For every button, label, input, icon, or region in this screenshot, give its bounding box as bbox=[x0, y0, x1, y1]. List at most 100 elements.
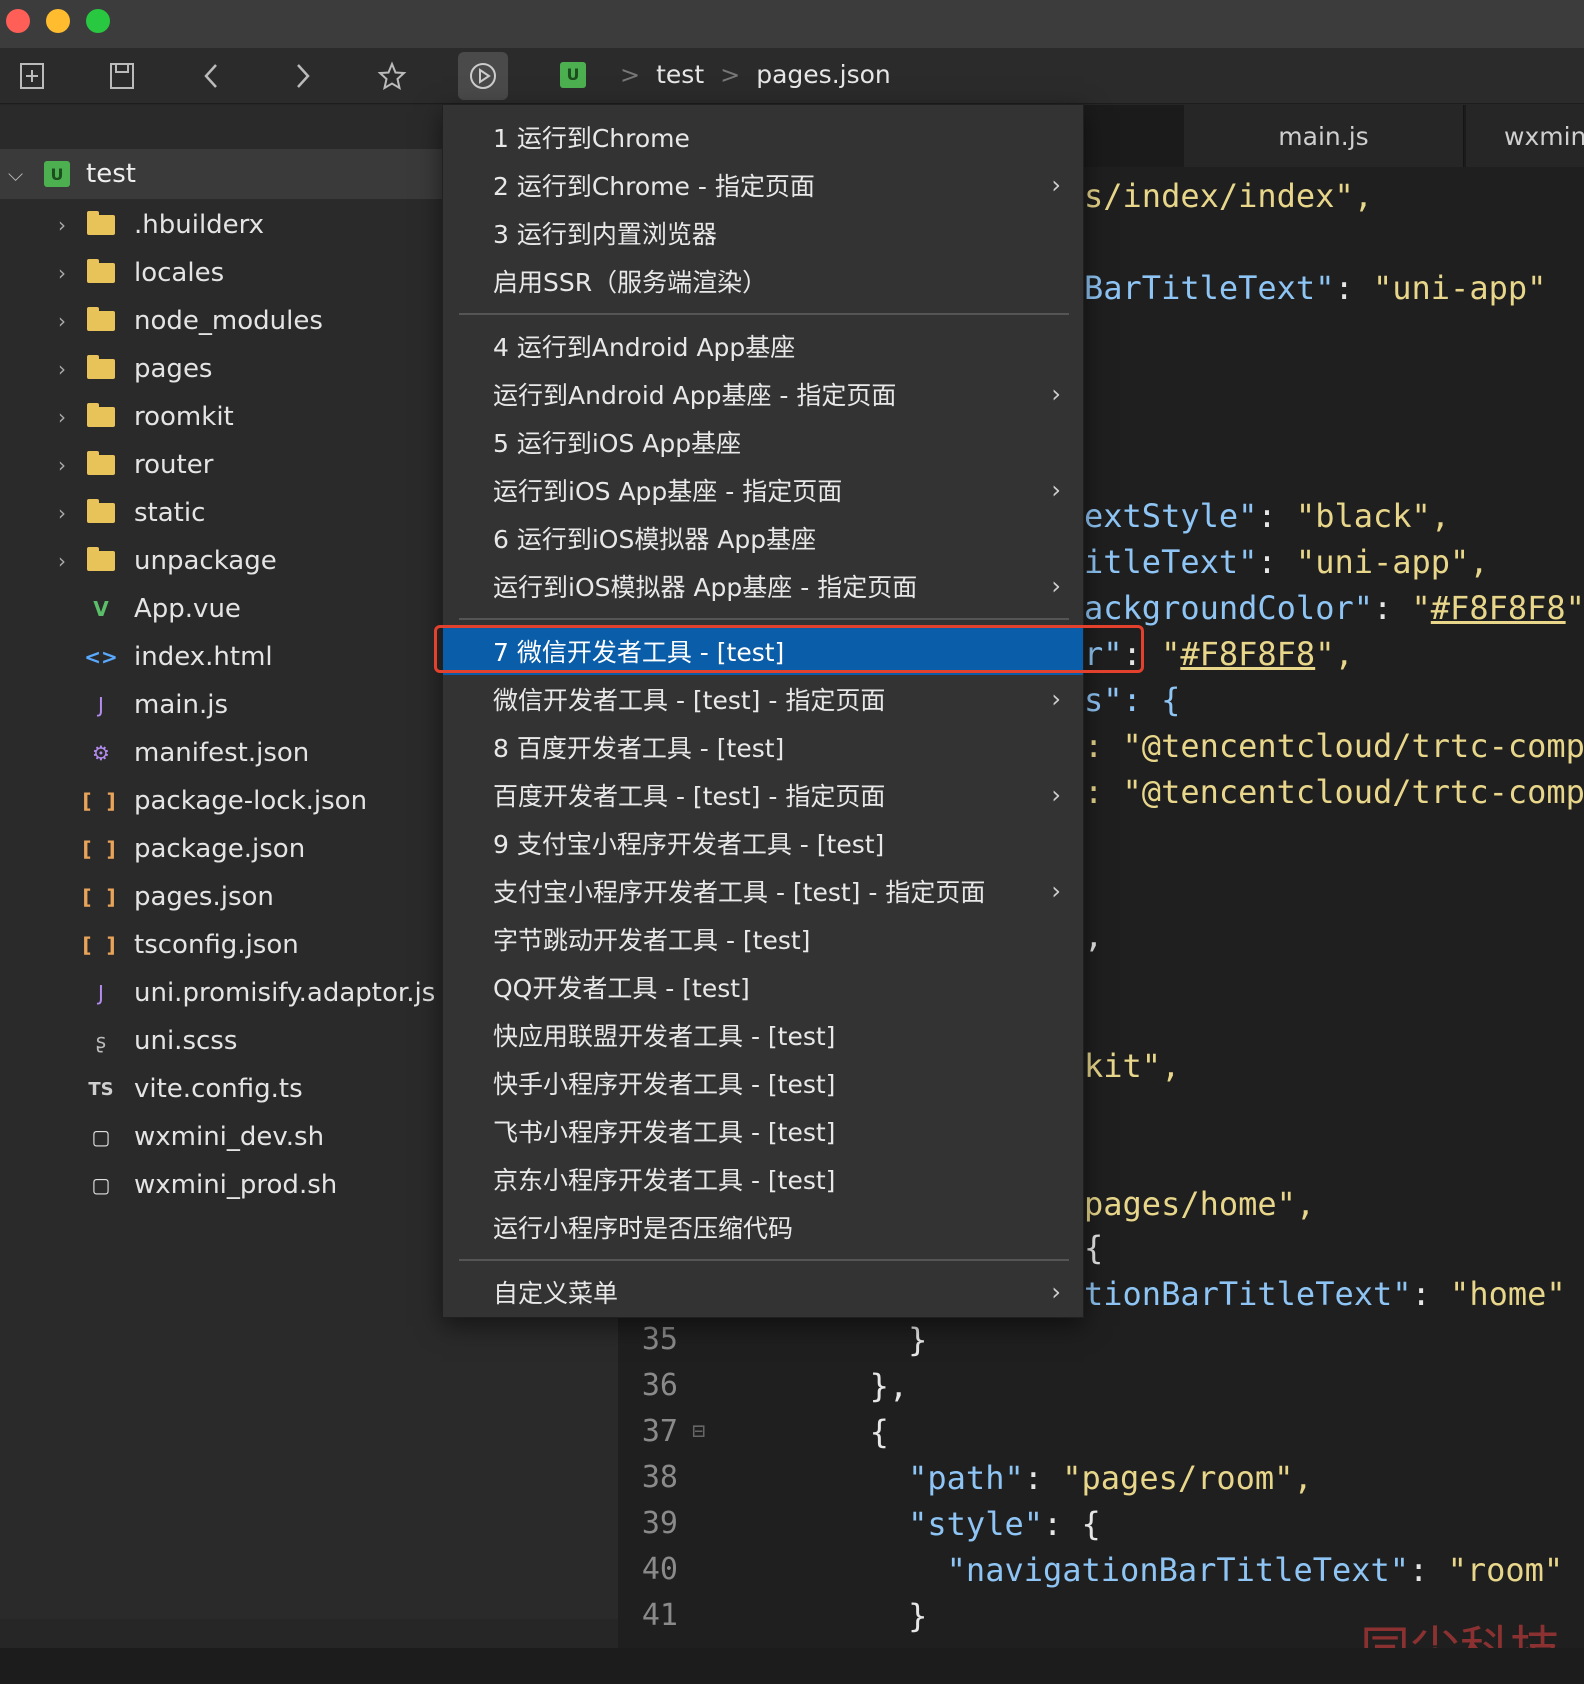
menu-item[interactable]: 快手小程序开发者工具 - [test] bbox=[443, 1059, 1083, 1107]
fold-icon[interactable]: ⊟ bbox=[692, 1409, 705, 1455]
color-value: #F8F8F8 bbox=[1180, 635, 1316, 673]
chevron-right-icon[interactable]: › bbox=[52, 357, 72, 381]
menu-item-label: QQ开发者工具 - [test] bbox=[493, 974, 750, 1003]
menu-item[interactable]: 1 运行到Chrome bbox=[443, 113, 1083, 161]
zoom-window-button[interactable] bbox=[86, 9, 110, 33]
chevron-right-icon[interactable]: › bbox=[52, 405, 72, 429]
menu-item[interactable]: QQ开发者工具 - [test] bbox=[443, 963, 1083, 1011]
code-line: 35 } bbox=[618, 1317, 1584, 1363]
menu-item-label: 支付宝小程序开发者工具 - [test] - 指定页面 bbox=[493, 878, 986, 907]
status-bar bbox=[0, 1648, 1584, 1684]
breadcrumb-file[interactable]: pages.json bbox=[756, 60, 891, 89]
submenu-arrow-icon: › bbox=[1051, 476, 1061, 504]
line-number: 35 bbox=[641, 1322, 678, 1357]
menu-item-label: 6 运行到iOS模拟器 App基座 bbox=[493, 525, 817, 554]
save-icon[interactable] bbox=[100, 54, 144, 98]
code-key: itleText" bbox=[1084, 543, 1258, 581]
folder-icon bbox=[86, 547, 116, 574]
menu-item-label: 5 运行到iOS App基座 bbox=[493, 429, 742, 458]
menu-item-label: 启用SSR（服务端渲染） bbox=[493, 268, 768, 297]
code-text: , bbox=[1084, 917, 1104, 955]
breadcrumb: U > test > pages.json bbox=[560, 60, 891, 89]
new-file-icon[interactable] bbox=[10, 54, 54, 98]
menu-item[interactable]: 运行小程序时是否压缩代码 bbox=[443, 1203, 1083, 1251]
chevron-right-icon[interactable]: › bbox=[52, 549, 72, 573]
json-file-icon: [ ] bbox=[82, 885, 120, 909]
line-number: 37 bbox=[641, 1414, 678, 1449]
menu-item[interactable]: 字节跳动开发者工具 - [test] bbox=[443, 915, 1083, 963]
tree-item-label: vite.config.ts bbox=[134, 1074, 303, 1104]
menu-item[interactable]: 6 运行到iOS模拟器 App基座 bbox=[443, 514, 1083, 562]
chevron-right-icon[interactable]: › bbox=[52, 501, 72, 525]
tree-item-label: uni.promisify.adaptor.js bbox=[134, 978, 436, 1008]
code-text: } bbox=[754, 1321, 928, 1359]
tab-label: wxmini bbox=[1504, 121, 1584, 151]
menu-item[interactable]: 京东小程序开发者工具 - [test] bbox=[443, 1155, 1083, 1203]
code-text: "style": { bbox=[754, 1501, 1101, 1547]
menu-item[interactable]: 运行到iOS模拟器 App基座 - 指定页面 › bbox=[443, 562, 1083, 610]
menu-item[interactable]: 2 运行到Chrome - 指定页面 › bbox=[443, 161, 1083, 209]
back-icon[interactable] bbox=[190, 54, 234, 98]
favorite-star-icon[interactable] bbox=[370, 54, 414, 98]
menu-item[interactable]: 微信开发者工具 - [test] - 指定页面 › bbox=[443, 675, 1083, 723]
menu-item[interactable]: 百度开发者工具 - [test] - 指定页面 › bbox=[443, 771, 1083, 819]
chevron-right-icon[interactable]: › bbox=[52, 213, 72, 237]
close-window-button[interactable] bbox=[6, 9, 30, 33]
json-file-icon: [ ] bbox=[82, 933, 120, 957]
code-value: "black", bbox=[1295, 497, 1451, 535]
folder-icon bbox=[86, 355, 116, 382]
menu-item-label: 8 百度开发者工具 - [test] bbox=[493, 734, 785, 763]
code-text: s/index/index", bbox=[1084, 177, 1373, 215]
minimize-window-button[interactable] bbox=[46, 9, 70, 33]
code-text: s": { bbox=[1084, 681, 1181, 719]
menu-item[interactable]: 9 支付宝小程序开发者工具 - [test] bbox=[443, 819, 1083, 867]
chevron-right-icon[interactable]: › bbox=[52, 261, 72, 285]
code-line: 37 ⊟ { bbox=[618, 1409, 1584, 1455]
tree-item-label: locales bbox=[134, 258, 225, 288]
tree-item-label: node_modules bbox=[134, 306, 323, 336]
tree-item-label: uni.scss bbox=[134, 1026, 238, 1056]
code-key: tionBarTitleText" bbox=[1084, 1275, 1412, 1313]
vue-file-icon: V bbox=[93, 597, 109, 621]
menu-item[interactable]: 运行到iOS App基座 - 指定页面 › bbox=[443, 466, 1083, 514]
tree-item-label: unpackage bbox=[134, 546, 277, 576]
folder-icon bbox=[86, 451, 116, 478]
menu-item[interactable]: 快应用联盟开发者工具 - [test] bbox=[443, 1011, 1083, 1059]
menu-item[interactable]: 运行到Android App基座 - 指定页面 › bbox=[443, 370, 1083, 418]
tab-main-js[interactable]: main.js bbox=[1184, 105, 1464, 167]
menu-item[interactable]: 5 运行到iOS App基座 bbox=[443, 418, 1083, 466]
menu-item[interactable]: 启用SSR（服务端渲染） bbox=[443, 257, 1083, 305]
menu-item[interactable]: 支付宝小程序开发者工具 - [test] - 指定页面 › bbox=[443, 867, 1083, 915]
run-icon[interactable] bbox=[458, 52, 508, 100]
code-text: { bbox=[1084, 1229, 1104, 1267]
menu-item[interactable]: 飞书小程序开发者工具 - [test] bbox=[443, 1107, 1083, 1155]
chevron-down-icon[interactable]: ⌵ bbox=[8, 162, 28, 186]
chevron-right-icon[interactable]: › bbox=[52, 453, 72, 477]
submenu-arrow-icon: › bbox=[1051, 380, 1061, 408]
menu-item[interactable]: 4 运行到Android App基座 bbox=[443, 322, 1083, 370]
chevron-right-icon[interactable]: › bbox=[52, 309, 72, 333]
code-key: "path" bbox=[908, 1459, 1024, 1497]
code-key: ackgroundColor" bbox=[1084, 589, 1373, 627]
breadcrumb-project[interactable]: test bbox=[656, 60, 704, 89]
menu-separator bbox=[459, 313, 1069, 315]
folder-shape bbox=[87, 403, 115, 427]
menu-item[interactable]: 自定义菜单 › bbox=[443, 1268, 1083, 1316]
code-line: 40 "navigationBarTitleText": "room" bbox=[618, 1547, 1584, 1593]
line-number: 36 bbox=[641, 1368, 678, 1403]
tree-item-label: App.vue bbox=[134, 594, 241, 624]
submenu-arrow-icon: › bbox=[1051, 572, 1061, 600]
colon: : bbox=[1409, 1551, 1448, 1589]
file-icon: ▢ bbox=[91, 1173, 111, 1197]
menu-item[interactable]: 3 运行到内置浏览器 bbox=[443, 209, 1083, 257]
code-value: "uni-app" bbox=[1372, 269, 1547, 307]
scss-file-icon: ʂ bbox=[95, 1029, 107, 1053]
tree-item-label: manifest.json bbox=[134, 738, 310, 768]
code-key: "style" bbox=[908, 1505, 1043, 1543]
forward-icon[interactable] bbox=[280, 54, 324, 98]
menu-item[interactable]: 8 百度开发者工具 - [test] bbox=[443, 723, 1083, 771]
tab-wxmini[interactable]: wxmini bbox=[1466, 105, 1584, 167]
json-file-icon: [ ] bbox=[82, 789, 120, 813]
